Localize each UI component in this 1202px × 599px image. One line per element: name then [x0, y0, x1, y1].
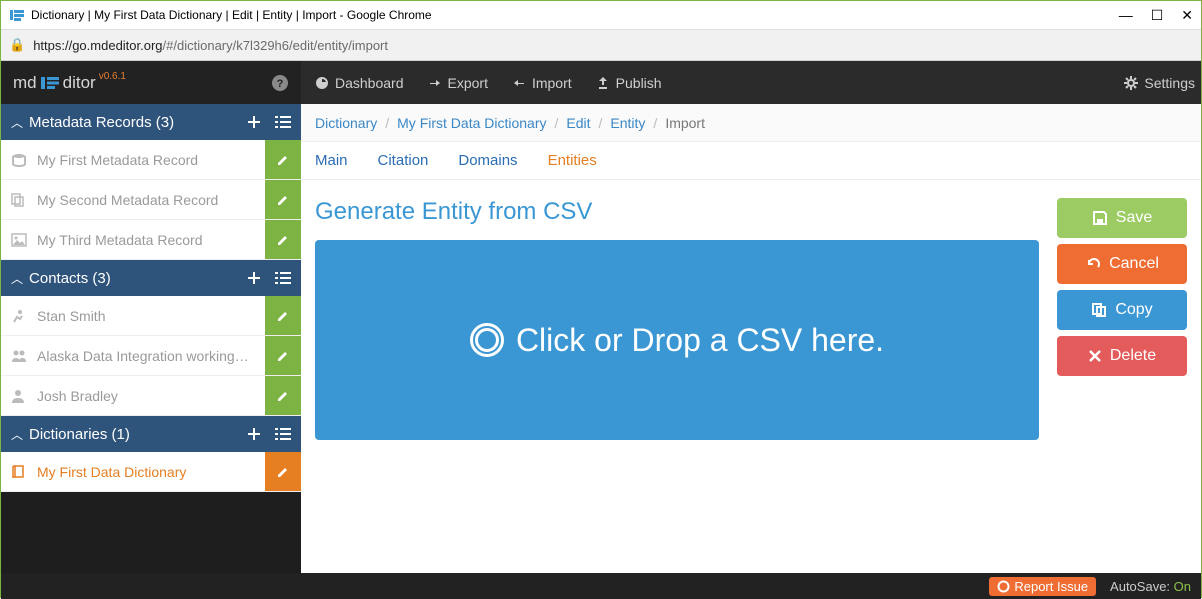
topnav: Dashboard Export Import Publish Settings [301, 61, 1201, 104]
chevron-up-icon: ︿ [11, 270, 23, 287]
autosave-status: AutoSave: On [1110, 579, 1191, 594]
nav-export[interactable]: Export [428, 75, 488, 91]
report-issue-button[interactable]: Report Issue [989, 577, 1096, 596]
cancel-button[interactable]: Cancel [1057, 244, 1187, 284]
svg-text:?: ? [277, 78, 284, 90]
tab-entities[interactable]: Entities [548, 152, 597, 169]
footer: Report Issue AutoSave: On [1, 573, 1201, 599]
edit-button[interactable] [265, 220, 301, 259]
help-icon[interactable]: ? [271, 74, 289, 92]
app-topbar: md ditor v0.6.1 ? Dashboard Export Impor… [1, 61, 1201, 104]
browser-url: https://go.mdeditor.org/#/dictionary/k7l… [33, 38, 388, 53]
lock-icon: 🔒 [9, 37, 25, 53]
database-icon [11, 153, 29, 167]
edit-button[interactable] [265, 336, 301, 375]
chevron-up-icon: ︿ [11, 114, 23, 131]
users-icon [11, 349, 29, 363]
sidebar: ︿ Metadata Records (3) My First Metadata… [1, 104, 301, 573]
nav-publish[interactable]: Publish [596, 75, 662, 91]
sidebar-section-contacts[interactable]: ︿ Contacts (3) [1, 260, 301, 296]
edit-button[interactable] [265, 296, 301, 335]
window-close-icon[interactable]: ✕ [1181, 7, 1193, 24]
running-icon [11, 309, 29, 323]
chevron-up-icon: ︿ [11, 426, 23, 443]
copy-icon [11, 193, 29, 207]
sidebar-item-dictionary-0: My First Data Dictionary [1, 452, 301, 492]
sidebar-item-contact-1: Alaska Data Integration working… [1, 336, 301, 376]
list-icon[interactable] [275, 427, 291, 441]
delete-button[interactable]: Delete [1057, 336, 1187, 376]
brand[interactable]: md ditor v0.6.1 ? [1, 61, 301, 104]
edit-button[interactable] [265, 376, 301, 415]
breadcrumb-link[interactable]: My First Data Dictionary [397, 115, 546, 131]
undo-icon [1085, 256, 1101, 272]
nav-settings[interactable]: Settings [1124, 75, 1195, 91]
breadcrumb-current: Import [665, 115, 705, 131]
sidebar-item-contact-0: Stan Smith [1, 296, 301, 336]
export-icon [428, 76, 442, 90]
browser-urlbar[interactable]: 🔒 https://go.mdeditor.org/#/dictionary/k… [1, 30, 1201, 61]
csv-dropzone[interactable]: Click or Drop a CSV here. [315, 240, 1039, 440]
subnav: Main Citation Domains Entities [301, 142, 1201, 180]
browser-titlebar: Dictionary | My First Data Dictionary | … [1, 1, 1201, 30]
image-icon [11, 233, 29, 247]
close-icon [1088, 349, 1102, 363]
sidebar-item-contact-2: Josh Bradley [1, 376, 301, 416]
copy-icon [1091, 302, 1107, 318]
dashboard-icon [315, 76, 329, 90]
breadcrumb: Dictionary/ My First Data Dictionary/ Ed… [301, 104, 1201, 142]
list-icon[interactable] [275, 271, 291, 285]
sidebar-section-metadata[interactable]: ︿ Metadata Records (3) [1, 104, 301, 140]
page-title: Generate Entity from CSV [315, 198, 1039, 226]
action-buttons: Save Cancel Copy Delete [1057, 198, 1187, 555]
save-icon [1092, 210, 1108, 226]
plus-icon[interactable] [247, 115, 261, 129]
tab-domains[interactable]: Domains [458, 152, 517, 169]
nav-import[interactable]: Import [512, 75, 572, 91]
edit-button[interactable] [265, 140, 301, 179]
edit-button[interactable] [265, 180, 301, 219]
window-minimize-icon[interactable]: — [1119, 7, 1133, 24]
breadcrumb-link[interactable]: Dictionary [315, 115, 377, 131]
github-icon [997, 580, 1010, 593]
main: Dictionary/ My First Data Dictionary/ Ed… [301, 104, 1201, 573]
sidebar-section-dictionaries[interactable]: ︿ Dictionaries (1) [1, 416, 301, 452]
list-icon[interactable] [275, 115, 291, 129]
gear-icon [1124, 76, 1138, 90]
browser-title: Dictionary | My First Data Dictionary | … [31, 8, 1119, 22]
window-controls: — ☐ ✕ [1119, 7, 1193, 24]
sidebar-item-metadata-1: My Second Metadata Record [1, 180, 301, 220]
nav-dashboard[interactable]: Dashboard [315, 75, 404, 91]
sidebar-item-metadata-2: My Third Metadata Record [1, 220, 301, 260]
version-badge: v0.6.1 [99, 71, 126, 82]
favicon-icon [9, 7, 25, 23]
tab-citation[interactable]: Citation [378, 152, 429, 169]
copy-button[interactable]: Copy [1057, 290, 1187, 330]
import-icon [512, 76, 526, 90]
breadcrumb-link[interactable]: Entity [610, 115, 645, 131]
target-icon [470, 323, 504, 357]
user-icon [11, 389, 29, 403]
edit-button[interactable] [265, 452, 301, 491]
sidebar-item-metadata-0: My First Metadata Record [1, 140, 301, 180]
publish-icon [596, 76, 610, 90]
plus-icon[interactable] [247, 271, 261, 285]
book-icon [11, 465, 29, 479]
tab-main[interactable]: Main [315, 152, 348, 169]
window-maximize-icon[interactable]: ☐ [1151, 7, 1164, 24]
save-button[interactable]: Save [1057, 198, 1187, 238]
breadcrumb-link[interactable]: Edit [566, 115, 590, 131]
plus-icon[interactable] [247, 427, 261, 441]
brand-logo-icon [41, 75, 59, 91]
